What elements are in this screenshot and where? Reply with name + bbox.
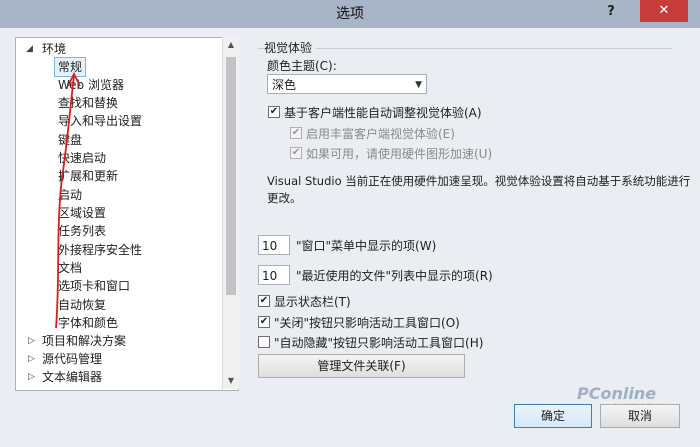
- info-text-line2: 更改。: [267, 191, 302, 205]
- status-bar-label: 显示状态栏(T): [274, 295, 351, 309]
- chevron-down-icon: ▼: [415, 80, 422, 90]
- red-annotation-stroke: [55, 71, 81, 329]
- ok-button[interactable]: 确定: [514, 404, 592, 428]
- auto-adjust-label: 基于客户端性能自动调整视觉体验(A): [284, 106, 482, 120]
- collapsed-arrow-icon[interactable]: ▷: [28, 350, 38, 368]
- recent-files-label: "最近使用的文件"列表中显示的项(R): [296, 269, 493, 283]
- window-menu-items-input[interactable]: 10: [258, 235, 290, 255]
- theme-label: 颜色主题(C):: [267, 59, 337, 73]
- scroll-down-icon[interactable]: ▼: [223, 373, 239, 389]
- status-bar-checkbox[interactable]: ✔: [258, 295, 270, 307]
- tree-item-text-editor[interactable]: 文本编辑器: [42, 368, 102, 386]
- autohide-active-label: "自动隐藏"按钮只影响活动工具窗口(H): [274, 336, 484, 350]
- close-active-checkbox[interactable]: ✔: [258, 316, 270, 328]
- tree-scrollbar[interactable]: ▲ ▼: [222, 37, 239, 389]
- rich-client-checkbox[interactable]: ✔: [290, 127, 302, 139]
- manage-file-assoc-button[interactable]: 管理文件关联(F): [258, 354, 465, 378]
- close-button[interactable]: ✕: [640, 0, 688, 22]
- tree-item-source-control[interactable]: 源代码管理: [42, 350, 102, 368]
- theme-select-value: 深色: [272, 78, 297, 92]
- rich-client-label: 启用丰富客户端视觉体验(E): [306, 127, 455, 141]
- info-text-line1: Visual Studio 当前正在使用硬件加速呈现。视觉体验设置将自动基于系统…: [267, 174, 691, 188]
- scroll-up-icon[interactable]: ▲: [223, 37, 239, 53]
- theme-select[interactable]: 深色 ▼: [267, 74, 427, 94]
- autohide-active-checkbox[interactable]: [258, 336, 270, 348]
- help-button[interactable]: ?: [598, 0, 624, 24]
- visual-group-title: 视觉体验: [264, 39, 317, 56]
- window-menu-items-label: "窗口"菜单中显示的项(W): [296, 239, 437, 253]
- scroll-thumb[interactable]: [226, 57, 236, 295]
- dialog-title: 选项: [336, 6, 364, 22]
- collapsed-arrow-icon[interactable]: ▷: [28, 368, 38, 386]
- options-tree[interactable]: ◢ 环境 常规 Web 浏览器 查找和替换 导入和导出设置 键盘 快速启动 扩展…: [15, 37, 239, 391]
- auto-adjust-checkbox[interactable]: ✔: [268, 106, 280, 118]
- hw-accel-checkbox[interactable]: ✔: [290, 147, 302, 159]
- recent-files-input[interactable]: 10: [258, 265, 290, 285]
- hw-accel-label: 如果可用，请使用硬件图形加速(U): [306, 147, 493, 161]
- cancel-button[interactable]: 取消: [600, 404, 680, 428]
- close-active-label: "关闭"按钮只影响活动工具窗口(O): [274, 316, 460, 330]
- group-divider: [258, 48, 672, 49]
